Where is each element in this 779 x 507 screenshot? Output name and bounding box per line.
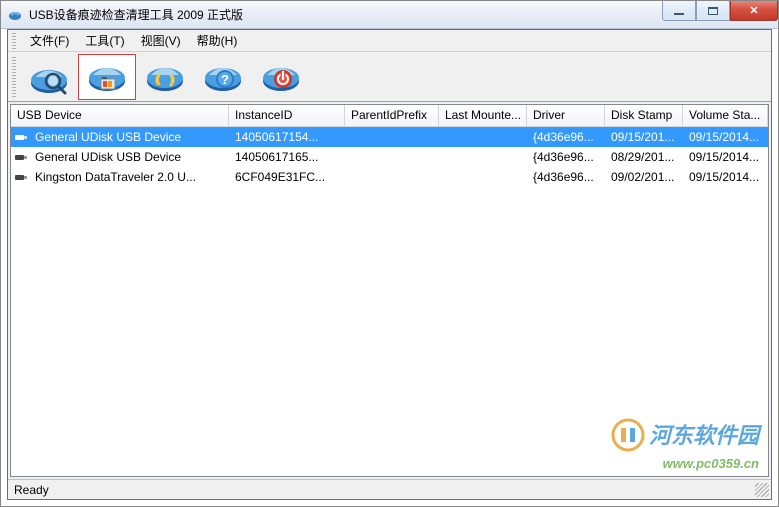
cell-disk: 09/15/201... (605, 130, 683, 144)
col-header-instance[interactable]: InstanceID (229, 105, 345, 126)
watermark-url: www.pc0359.cn (611, 456, 759, 471)
clean-icon (85, 57, 129, 97)
toolbar-help-button[interactable]: ? (194, 54, 252, 100)
window-title: USB设备痕迹检查清理工具 2009 正式版 (29, 6, 243, 23)
cell-device: General UDisk USB Device (29, 150, 229, 164)
usb-device-icon (13, 171, 29, 183)
watermark-logo-icon (611, 418, 645, 458)
refresh-icon (143, 57, 187, 97)
col-header-last[interactable]: Last Mounte... (439, 105, 527, 126)
watermark: 河东软件园 www.pc0359.cn (611, 418, 759, 471)
scan-icon (27, 57, 71, 97)
app-icon (7, 7, 23, 23)
toolbar-grip[interactable] (12, 57, 16, 97)
menubar: 文件(F) 工具(T) 视图(V) 帮助(H) (8, 30, 771, 52)
list-row[interactable]: Kingston DataTraveler 2.0 U...6CF049E31F… (11, 167, 768, 187)
resize-grip[interactable] (755, 483, 769, 497)
help-icon: ? (201, 57, 245, 97)
minimize-button[interactable] (662, 1, 696, 21)
status-text: Ready (14, 483, 49, 497)
cell-disk: 08/29/201... (605, 150, 683, 164)
menu-tools[interactable]: 工具(T) (77, 30, 132, 51)
cell-instance: 6CF049E31FC... (229, 170, 345, 184)
menu-view[interactable]: 视图(V) (133, 30, 189, 51)
toolbar-power-button[interactable] (252, 54, 310, 100)
menu-help[interactable]: 帮助(H) (189, 30, 246, 51)
list-row[interactable]: General UDisk USB Device14050617154... {4… (11, 127, 768, 147)
list-header: USB Device InstanceID ParentIdPrefix Las… (11, 105, 768, 127)
maximize-button[interactable] (696, 1, 730, 21)
toolbar: ? (8, 52, 771, 102)
col-header-device[interactable]: USB Device (11, 105, 229, 126)
power-icon (259, 57, 303, 97)
usb-device-icon (13, 131, 29, 143)
cell-driver: {4d36e96... (527, 170, 605, 184)
toolbar-clean-button[interactable] (78, 54, 136, 100)
toolbar-refresh-button[interactable] (136, 54, 194, 100)
svg-text:?: ? (221, 72, 229, 87)
cell-volume: 09/15/2014... (683, 150, 768, 164)
watermark-text: 河东软件园 (649, 423, 759, 448)
cell-instance: 14050617165... (229, 150, 345, 164)
menubar-grip[interactable] (12, 33, 16, 49)
cell-volume: 09/15/2014... (683, 170, 768, 184)
cell-device: General UDisk USB Device (29, 130, 229, 144)
col-header-disk[interactable]: Disk Stamp (605, 105, 683, 126)
statusbar: Ready (8, 479, 771, 499)
cell-driver: {4d36e96... (527, 150, 605, 164)
cell-driver: {4d36e96... (527, 130, 605, 144)
cell-disk: 09/02/201... (605, 170, 683, 184)
titlebar[interactable]: USB设备痕迹检查清理工具 2009 正式版 ✕ (1, 1, 778, 29)
close-button[interactable]: ✕ (730, 1, 778, 21)
col-header-driver[interactable]: Driver (527, 105, 605, 126)
list-row[interactable]: General UDisk USB Device14050617165... {4… (11, 147, 768, 167)
cell-instance: 14050617154... (229, 130, 345, 144)
cell-volume: 09/15/2014... (683, 130, 768, 144)
col-header-parent[interactable]: ParentIdPrefix (345, 105, 439, 126)
toolbar-scan-button[interactable] (20, 54, 78, 100)
usb-device-icon (13, 151, 29, 163)
menu-file[interactable]: 文件(F) (22, 30, 77, 51)
col-header-volume[interactable]: Volume Sta... (683, 105, 768, 126)
cell-device: Kingston DataTraveler 2.0 U... (29, 170, 229, 184)
